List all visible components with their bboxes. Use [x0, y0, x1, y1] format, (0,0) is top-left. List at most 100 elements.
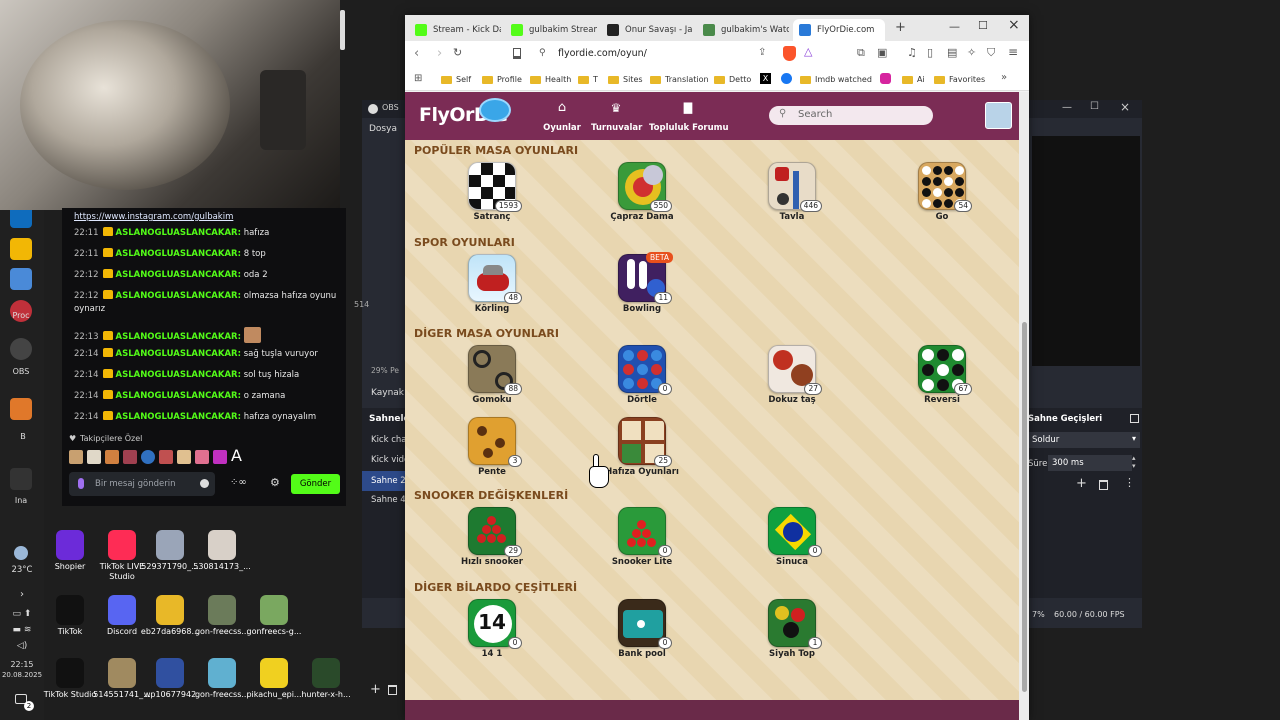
bookmark-icon[interactable]	[513, 48, 521, 59]
bookmark-item[interactable]: Sites	[608, 73, 643, 87]
leo-icon[interactable]: ✧	[967, 46, 976, 59]
nav-games[interactable]: ⌂ Oyunlar	[539, 101, 585, 134]
bookmark-item[interactable]: Favorites	[934, 73, 985, 87]
emote-icon[interactable]	[177, 450, 191, 464]
chat-username[interactable]: ASLANOGLUASLANCAKAR:	[116, 370, 242, 380]
game-tile[interactable]: 550 Çapraz Dama	[596, 162, 686, 238]
game-tile[interactable]: 67 Reversi	[896, 345, 986, 421]
bookmark-item[interactable]: Translation	[650, 73, 709, 87]
game-tile[interactable]: 0 Sinuca	[746, 507, 836, 583]
sidebar-icon[interactable]: ▯	[927, 46, 933, 59]
chat-username[interactable]: ASLANOGLUASLANCAKAR:	[116, 412, 242, 422]
gear-icon[interactable]: ⚙	[270, 476, 280, 489]
extensions-icon[interactable]: ⁘∞	[230, 477, 247, 488]
obs-transitions-dock-icon[interactable]	[1130, 414, 1139, 423]
game-tile[interactable]: 48 Körling	[446, 254, 536, 330]
desktop-icon[interactable]	[156, 595, 184, 625]
game-tile[interactable]: 1593 Satranç	[446, 162, 536, 238]
emote-row[interactable]: A	[69, 446, 249, 466]
desktop-icon[interactable]	[208, 530, 236, 560]
bookmark-item[interactable]: Imdb watched	[800, 73, 872, 87]
site-search[interactable]: ⚲ Search	[769, 106, 933, 125]
chat-username[interactable]: ASLANOGLUASLANCAKAR:	[116, 228, 242, 238]
new-tab-icon[interactable]: +	[895, 20, 906, 35]
obs-duration-input[interactable]: 300 ms	[1048, 455, 1132, 471]
game-tile[interactable]: 14 0 14 1	[446, 599, 536, 675]
facebook-icon[interactable]	[781, 73, 792, 84]
game-tile[interactable]: 25 Hafıza Oyunları	[596, 417, 686, 493]
apps-grid-icon[interactable]: ⊞	[414, 73, 422, 84]
desktop-icon[interactable]	[260, 658, 288, 688]
emote-icon[interactable]	[141, 450, 155, 464]
nav-forum[interactable]: ▇ Topluluk Forumu	[649, 101, 729, 134]
monitor-icon[interactable]	[10, 268, 32, 290]
app-orange-icon[interactable]	[10, 398, 32, 420]
obs-add-scene-icon[interactable]: +	[370, 682, 381, 697]
music-icon[interactable]: ♫	[907, 46, 917, 59]
chat-username[interactable]: ASLANOGLUASLANCAKAR:	[116, 349, 242, 359]
mic-icon[interactable]	[78, 478, 84, 489]
obs-scene-item[interactable]: Sahne 4	[371, 495, 406, 505]
game-tile[interactable]: 446 Tavla	[746, 162, 836, 238]
desktop-icon[interactable]	[108, 595, 136, 625]
desktop-icon[interactable]	[108, 530, 136, 560]
send-button[interactable]: Gönder	[291, 474, 340, 494]
bookmark-item[interactable]: T	[578, 73, 598, 87]
browser-tab[interactable]: Stream - Kick Das	[409, 19, 501, 41]
back-icon[interactable]: ‹	[414, 46, 419, 61]
desktop-icon[interactable]	[312, 658, 340, 688]
game-tile[interactable]: 0 Dörtle	[596, 345, 686, 421]
browser-tab[interactable]: gulbakim Stream	[505, 19, 597, 41]
rewards-icon[interactable]: △	[804, 45, 812, 58]
bookmark-item[interactable]: Ai	[902, 73, 925, 87]
maximize-icon[interactable]: ☐	[978, 19, 988, 32]
obs-more-icon[interactable]: ⋮	[1124, 476, 1135, 489]
obs-maximize-icon[interactable]: ☐	[1090, 101, 1099, 112]
chat-username[interactable]: ASLANOGLUASLANCAKAR:	[116, 249, 242, 259]
chat-input[interactable]: Bir mesaj gönderin	[69, 472, 215, 496]
chevron-up-icon[interactable]: ›	[0, 589, 44, 600]
desktop-icon[interactable]	[208, 595, 236, 625]
chat-username[interactable]: ASLANOGLUASLANCAKAR:	[116, 270, 242, 280]
chat-link[interactable]: https://www.instagram.com/gulbakim	[74, 211, 344, 224]
site-settings-icon[interactable]: ⚲	[539, 48, 546, 58]
chat-username[interactable]: ASLANOGLUASLANCAKAR:	[116, 332, 242, 342]
desktop-icon[interactable]	[108, 658, 136, 688]
obs-remove-scene-icon[interactable]	[388, 685, 397, 695]
forward-icon[interactable]: ›	[437, 46, 442, 61]
webcam-scrollbar[interactable]	[340, 10, 345, 50]
obs-minimize-icon[interactable]: —	[1062, 102, 1072, 113]
brave-shield-icon[interactable]	[783, 46, 796, 61]
weather-icon[interactable]	[14, 546, 28, 560]
obs-remove-transition-icon[interactable]	[1099, 480, 1108, 490]
game-tile[interactable]: 54 Go	[896, 162, 986, 238]
obs-transition-select[interactable]: Soldur ▾	[1028, 432, 1140, 448]
more-bookmarks-icon[interactable]: »	[1001, 72, 1007, 83]
menu-icon[interactable]: ≡	[1008, 45, 1018, 59]
chat-username[interactable]: ASLANOGLUASLANCAKAR:	[116, 291, 242, 301]
emote-icon[interactable]	[123, 450, 137, 464]
desktop-icon[interactable]	[56, 658, 84, 688]
game-tile[interactable]: 3 Pente	[446, 417, 536, 493]
chat-username[interactable]: ASLANOGLUASLANCAKAR:	[116, 391, 242, 401]
game-tile[interactable]: 88 Gomoku	[446, 345, 536, 421]
reload-icon[interactable]: ↻	[453, 46, 462, 59]
avatar[interactable]	[985, 102, 1012, 129]
close-icon[interactable]: ×	[1008, 17, 1020, 33]
scrollbar-thumb[interactable]	[1022, 322, 1027, 692]
emote-icon[interactable]	[213, 450, 227, 464]
desktop-icon[interactable]	[260, 595, 288, 625]
bookmark-item[interactable]: Detto	[714, 73, 751, 87]
wallet-icon[interactable]: ▣	[877, 46, 887, 59]
minimize-icon[interactable]: —	[949, 20, 960, 33]
desktop-icon[interactable]	[56, 530, 84, 560]
store-icon[interactable]	[10, 238, 32, 260]
obs-scene-item[interactable]: Kick vide	[371, 455, 409, 465]
obs-scene-item-active[interactable]: Sahne 2	[362, 471, 406, 491]
wallet2-icon[interactable]: ▤	[947, 46, 957, 59]
obs-taskbar-icon[interactable]	[10, 338, 32, 360]
desktop-icon[interactable]	[56, 595, 84, 625]
obs-close-icon[interactable]: ×	[1120, 100, 1130, 114]
emote-text[interactable]: A	[231, 446, 242, 465]
desktop-icon[interactable]	[156, 658, 184, 688]
